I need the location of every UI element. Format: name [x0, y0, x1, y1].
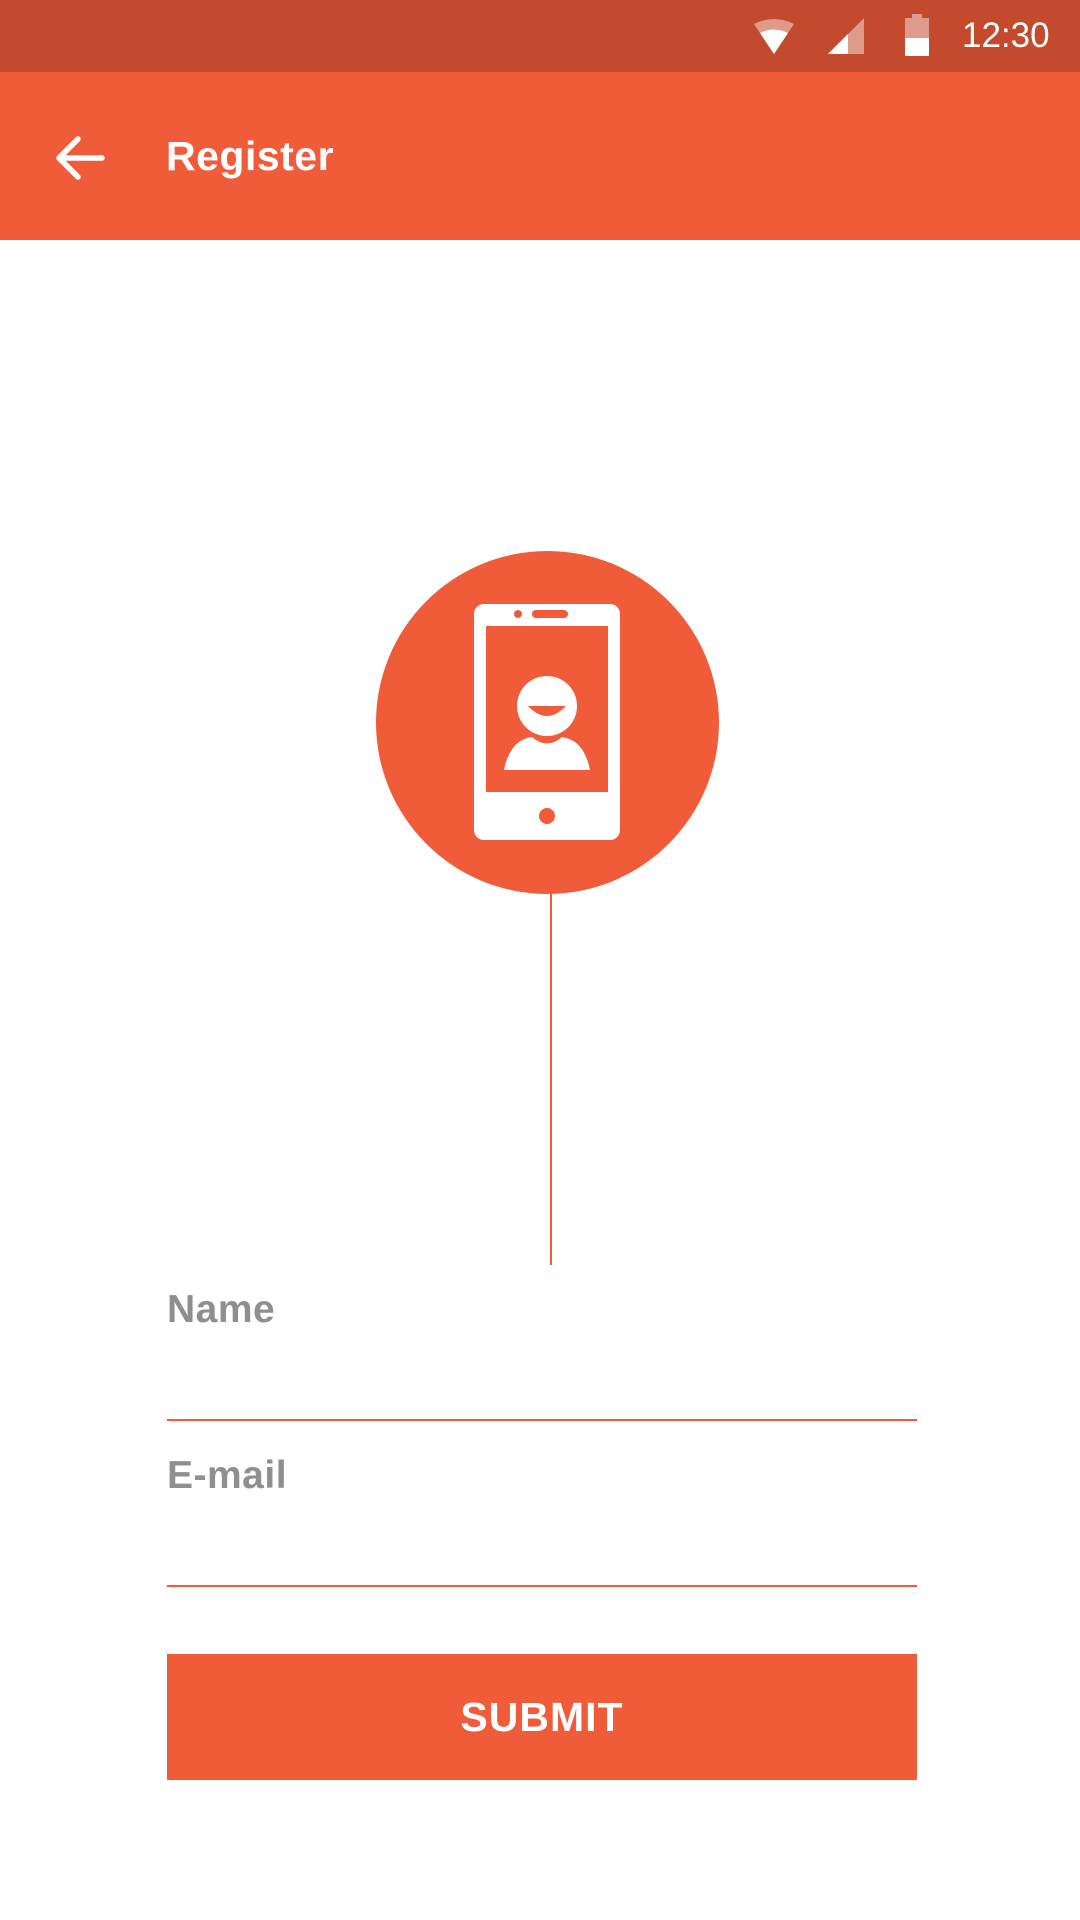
email-field: E-mail [167, 1446, 917, 1588]
page-title: Register [166, 133, 335, 179]
back-button[interactable] [40, 118, 120, 198]
name-underline [167, 1419, 917, 1421]
cell-signal-icon [828, 18, 864, 54]
name-input[interactable] [167, 1350, 917, 1410]
email-label: E-mail [167, 1454, 288, 1497]
battery-icon [905, 14, 929, 56]
submit-button[interactable]: SUBMIT [167, 1654, 917, 1780]
register-screen: 12:30 Register Name E-mail SUBMIT [0, 0, 1080, 1920]
connector-line [550, 893, 552, 1265]
status-time: 12:30 [962, 16, 1050, 55]
email-input[interactable] [167, 1516, 917, 1576]
name-label: Name [167, 1288, 276, 1331]
status-bar: 12:30 [0, 0, 1080, 72]
wifi-icon [754, 19, 794, 54]
phone-user-icon [474, 604, 620, 840]
email-underline [167, 1585, 917, 1587]
app-bar: Register [0, 72, 1080, 240]
arrow-back-icon [56, 136, 105, 180]
name-field: Name [167, 1280, 917, 1422]
